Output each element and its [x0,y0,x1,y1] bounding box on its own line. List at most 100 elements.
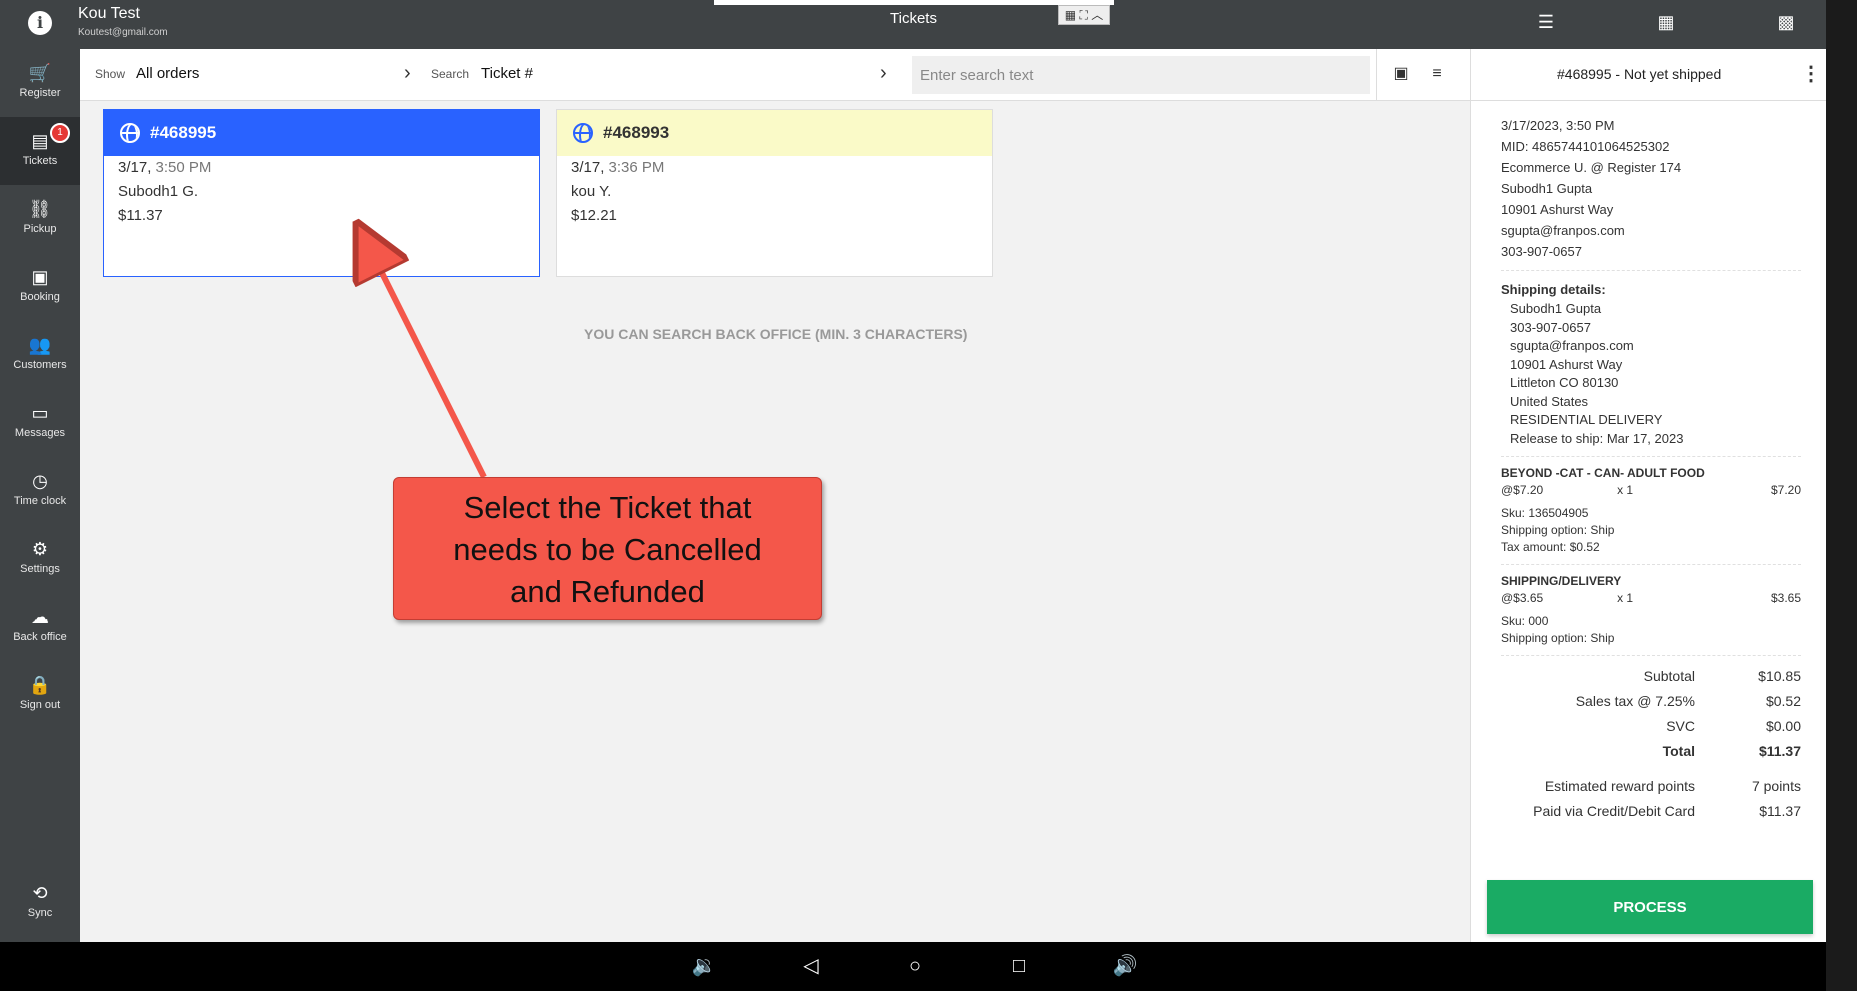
tax-row: Sales tax @ 7.25% $0.52 [1501,689,1801,714]
divider [1501,270,1801,271]
sidebar-item-booking[interactable]: ▣ Booking [0,253,80,321]
line-item-total: $7.20 [1770,483,1801,497]
divider [1376,49,1377,101]
ticket-card[interactable]: #468993 3/17, 3:36 PM kou Y. $12.21 [556,109,993,277]
reward-value: 7 points [1751,778,1801,794]
back-icon[interactable]: ◁ [796,953,826,979]
tile-view-icon[interactable]: ▩ [1774,10,1798,34]
total-label: SVC [1666,718,1695,734]
ticket-amount: $12.21 [571,207,617,224]
lock-icon: 🔒 [28,675,52,695]
divider [1501,564,1801,565]
sidebar-item-register[interactable]: 🛒 Register [0,49,80,117]
sidebar-item-settings[interactable]: ⚙ Settings [0,525,80,593]
sort-icon[interactable]: ≡ [1424,61,1450,87]
divider [1501,456,1801,457]
search-input[interactable] [912,56,1370,94]
reward-row: Estimated reward points 7 points [1501,774,1801,799]
sidebar-item-label: Pickup [23,223,57,235]
globe-icon [573,123,593,143]
chevron-right-icon[interactable]: › [880,62,887,85]
sidebar-item-tickets[interactable]: ▤ 1 Tickets [0,117,80,185]
list-view-icon[interactable]: ☰ [1534,10,1558,34]
sidebar-item-label: Messages [14,427,66,439]
show-select[interactable]: All orders [136,65,199,82]
sidebar-item-sign-out[interactable]: 🔒 Sign out [0,661,80,729]
recents-icon[interactable]: □ [1004,953,1034,979]
ticket-datetime: 3/17, 3:50 PM [104,156,539,180]
search-field-select[interactable]: Ticket # [481,65,533,82]
ticket-header: #468993 [557,110,992,156]
grid-view-icon[interactable]: ▦ [1654,10,1678,34]
cloud-icon: ☁ [31,607,49,627]
shipping-name: Subodh1 Gupta [1510,301,1602,316]
chevron-right-icon[interactable]: › [404,62,411,85]
ticket-detail-panel: #468995 - Not yet shipped ⋮ 3/17/2023, 3… [1470,49,1827,942]
ticket-date: 3/17, [118,159,152,176]
shipping-street: 10901 Ashurst Way [1510,356,1623,372]
customer-phone: 303-907-0657 [1501,244,1582,259]
sidebar-item-sync[interactable]: ⟲ Sync [0,869,80,937]
payment-row: Paid via Credit/Debit Card $11.37 [1501,799,1801,824]
volume-up-icon[interactable]: 🔊 [1110,953,1140,979]
calendar-icon[interactable]: ▣ [1388,61,1414,87]
top-bar: i Kou Test Koutest@gmail.com Tickets ▦ ⛶… [0,0,1826,49]
customer-name: Subodh1 Gupta [1501,181,1593,196]
order-datetime: 3/17/2023, 3:50 PM [1501,118,1615,133]
sidebar-item-label: Settings [20,563,60,575]
line-item-total: $3.65 [1770,591,1801,605]
shipping-country: United States [1510,393,1589,409]
title-strip [714,0,1114,5]
total-value: $10.85 [1758,668,1801,684]
shipping-phone: 303-907-0657 [1510,319,1591,335]
total-value: $11.37 [1758,743,1801,759]
sidebar-item-customers[interactable]: 👥 Customers [0,321,80,389]
ticket-date: 3/17, [571,159,605,176]
line-item-sku: Sku: 136504905 [1501,506,1589,520]
sidebar-item-pickup[interactable]: ⛓ Pickup [0,185,80,253]
ticket-time: 3:50 PM [151,159,212,176]
shipping-city: Littleton CO 80130 [1510,375,1619,390]
total-label: Total [1662,743,1695,759]
line-item-name: SHIPPING/DELIVERY [1501,574,1622,588]
window-controls[interactable]: ▦ ⛶ ︿ [1058,5,1110,25]
process-button[interactable]: PROCESS [1487,880,1813,934]
detail-body: 3/17/2023, 3:50 PM MID: 4865744101064525… [1501,115,1801,824]
line-item-sku: Sku: 000 [1501,614,1549,628]
app-window: i Kou Test Koutest@gmail.com Tickets ▦ ⛶… [0,0,1827,942]
sidebar-item-label: Sync [27,907,53,919]
volume-down-icon[interactable]: 🔉 [689,953,719,979]
ticket-datetime: 3/17, 3:36 PM [557,156,992,180]
line-item-row: @$7.20 x 1 $7.20 [1501,482,1801,499]
home-icon[interactable]: ○ [900,953,930,979]
customer-address: 10901 Ashurst Way [1501,202,1614,217]
total-label: Sales tax @ 7.25% [1575,693,1695,709]
info-icon[interactable]: i [28,11,52,35]
ticket-time: 3:36 PM [604,159,665,176]
sidebar-item-messages[interactable]: ▭ Messages [0,389,80,457]
callout-line: needs to be Cancelled [453,532,762,567]
sidebar-item-back-office[interactable]: ☁ Back office [0,593,80,661]
divider [1501,655,1801,656]
sidebar-item-time-clock[interactable]: ◷ Time clock [0,457,80,525]
pickup-icon: ⛓ [28,199,52,219]
customer-email: sgupta@franpos.com [1501,223,1625,238]
notification-badge: 1 [50,123,70,143]
line-item-shipping: Shipping option: Ship [1501,523,1615,537]
show-label: Show [95,67,126,81]
ticket-number: #468993 [603,123,670,142]
more-vert-icon[interactable]: ⋮ [1801,61,1821,86]
line-item-unit: @$3.65 [1501,591,1544,605]
callout-line: Select the Ticket that [463,490,752,525]
sidebar-item-label: Booking [20,291,60,303]
line-item-row: @$3.65 x 1 $3.65 [1501,590,1801,607]
ticket-card-selected[interactable]: #468995 3/17, 3:50 PM Subodh1 G. $11.37 [103,109,540,277]
globe-icon [120,123,140,143]
sidebar-item-label: Tickets [22,155,58,167]
shipping-type: RESIDENTIAL DELIVERY [1510,412,1663,427]
total-value: $0.52 [1765,693,1801,709]
ticket-number: #468995 [150,123,217,142]
shipping-release: Release to ship: Mar 17, 2023 [1510,430,1684,446]
total-label: Subtotal [1643,668,1695,684]
search-hint: YOU CAN SEARCH BACK OFFICE (MIN. 3 CHARA… [584,326,968,342]
